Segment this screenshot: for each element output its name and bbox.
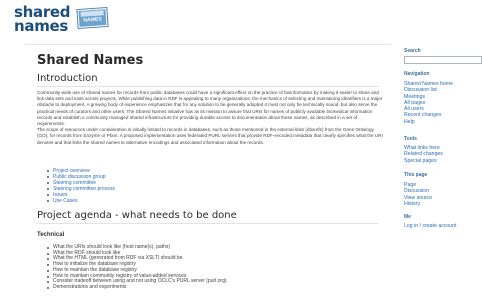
me-heading: Me — [404, 214, 411, 220]
project-links-list: Project overview Public discussion group… — [47, 168, 247, 204]
sidebar-item-related-changes[interactable]: Related changes — [404, 151, 443, 157]
navigation-heading: Navigation — [404, 71, 430, 77]
this-page-heading: This page — [404, 172, 428, 178]
sidebar-item-history[interactable]: History — [404, 201, 432, 207]
introduction-text: Community-wide use of shared names for r… — [37, 90, 385, 146]
project-agenda-heading: Project agenda - what needs to be done — [37, 210, 379, 224]
search-input[interactable] — [404, 56, 482, 64]
logo-badge-text: NAMES — [83, 16, 103, 24]
this-page-list: Page Discussion View source History — [404, 182, 432, 207]
page-title: Shared Names — [37, 53, 144, 68]
tools-heading: Tools — [404, 136, 417, 142]
technical-list: What the URIs should look like (host nam… — [47, 244, 377, 291]
sidebar-item-view-source[interactable]: View source — [404, 195, 432, 201]
introduction-paragraph-1: Community-wide use of shared names for r… — [37, 90, 383, 127]
sidebar-item-discussion[interactable]: Discussion — [404, 188, 432, 194]
introduction-paragraph-2: The scope of resources under considerati… — [37, 127, 383, 145]
introduction-heading: Introduction — [37, 73, 379, 87]
logo-badge-icon: NAMES — [77, 8, 108, 28]
site-logo[interactable]: shared names — [14, 5, 78, 35]
search-heading: Search — [404, 48, 421, 54]
site-header: shared names NAMES — [0, 0, 482, 42]
navigation-list: Shared Names home Discussion list Meetin… — [404, 81, 453, 125]
login-create-account-link[interactable]: Log in / create account — [404, 223, 457, 229]
me-list: Log in / create account — [404, 223, 457, 229]
tools-list: What links here Related changes Special … — [404, 145, 443, 164]
main-content: Shared Names Introduction Community-wide… — [25, 44, 391, 307]
logo-line-2: names — [14, 17, 69, 35]
sidebar: Search Navigation Shared Names home Disc… — [402, 44, 482, 307]
sidebar-item-help[interactable]: Help — [404, 119, 453, 125]
use-cases-link[interactable]: Use Cases — [47, 198, 247, 204]
sidebar-item-special-pages[interactable]: Special pages — [404, 158, 443, 164]
technical-heading: Technical — [37, 232, 65, 238]
list-item: Demonstrations and experiments — [47, 284, 377, 291]
